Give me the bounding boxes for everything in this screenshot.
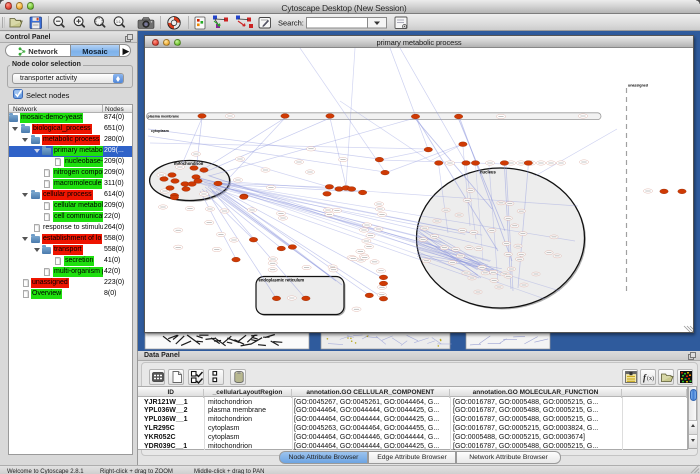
svg-text:nucleus: nucleus: [480, 170, 496, 175]
svg-text:plasma membrane: plasma membrane: [148, 114, 180, 118]
svg-text:cytoplasm: cytoplasm: [151, 129, 169, 133]
svg-text:endoplasmic reticulum: endoplasmic reticulum: [259, 278, 305, 283]
svg-text:unassigned: unassigned: [628, 84, 648, 88]
svg-text:Search:: Search:: [278, 18, 304, 27]
svg-text:(x): (x): [647, 375, 654, 382]
svg-text:1:1: 1:1: [116, 20, 121, 24]
